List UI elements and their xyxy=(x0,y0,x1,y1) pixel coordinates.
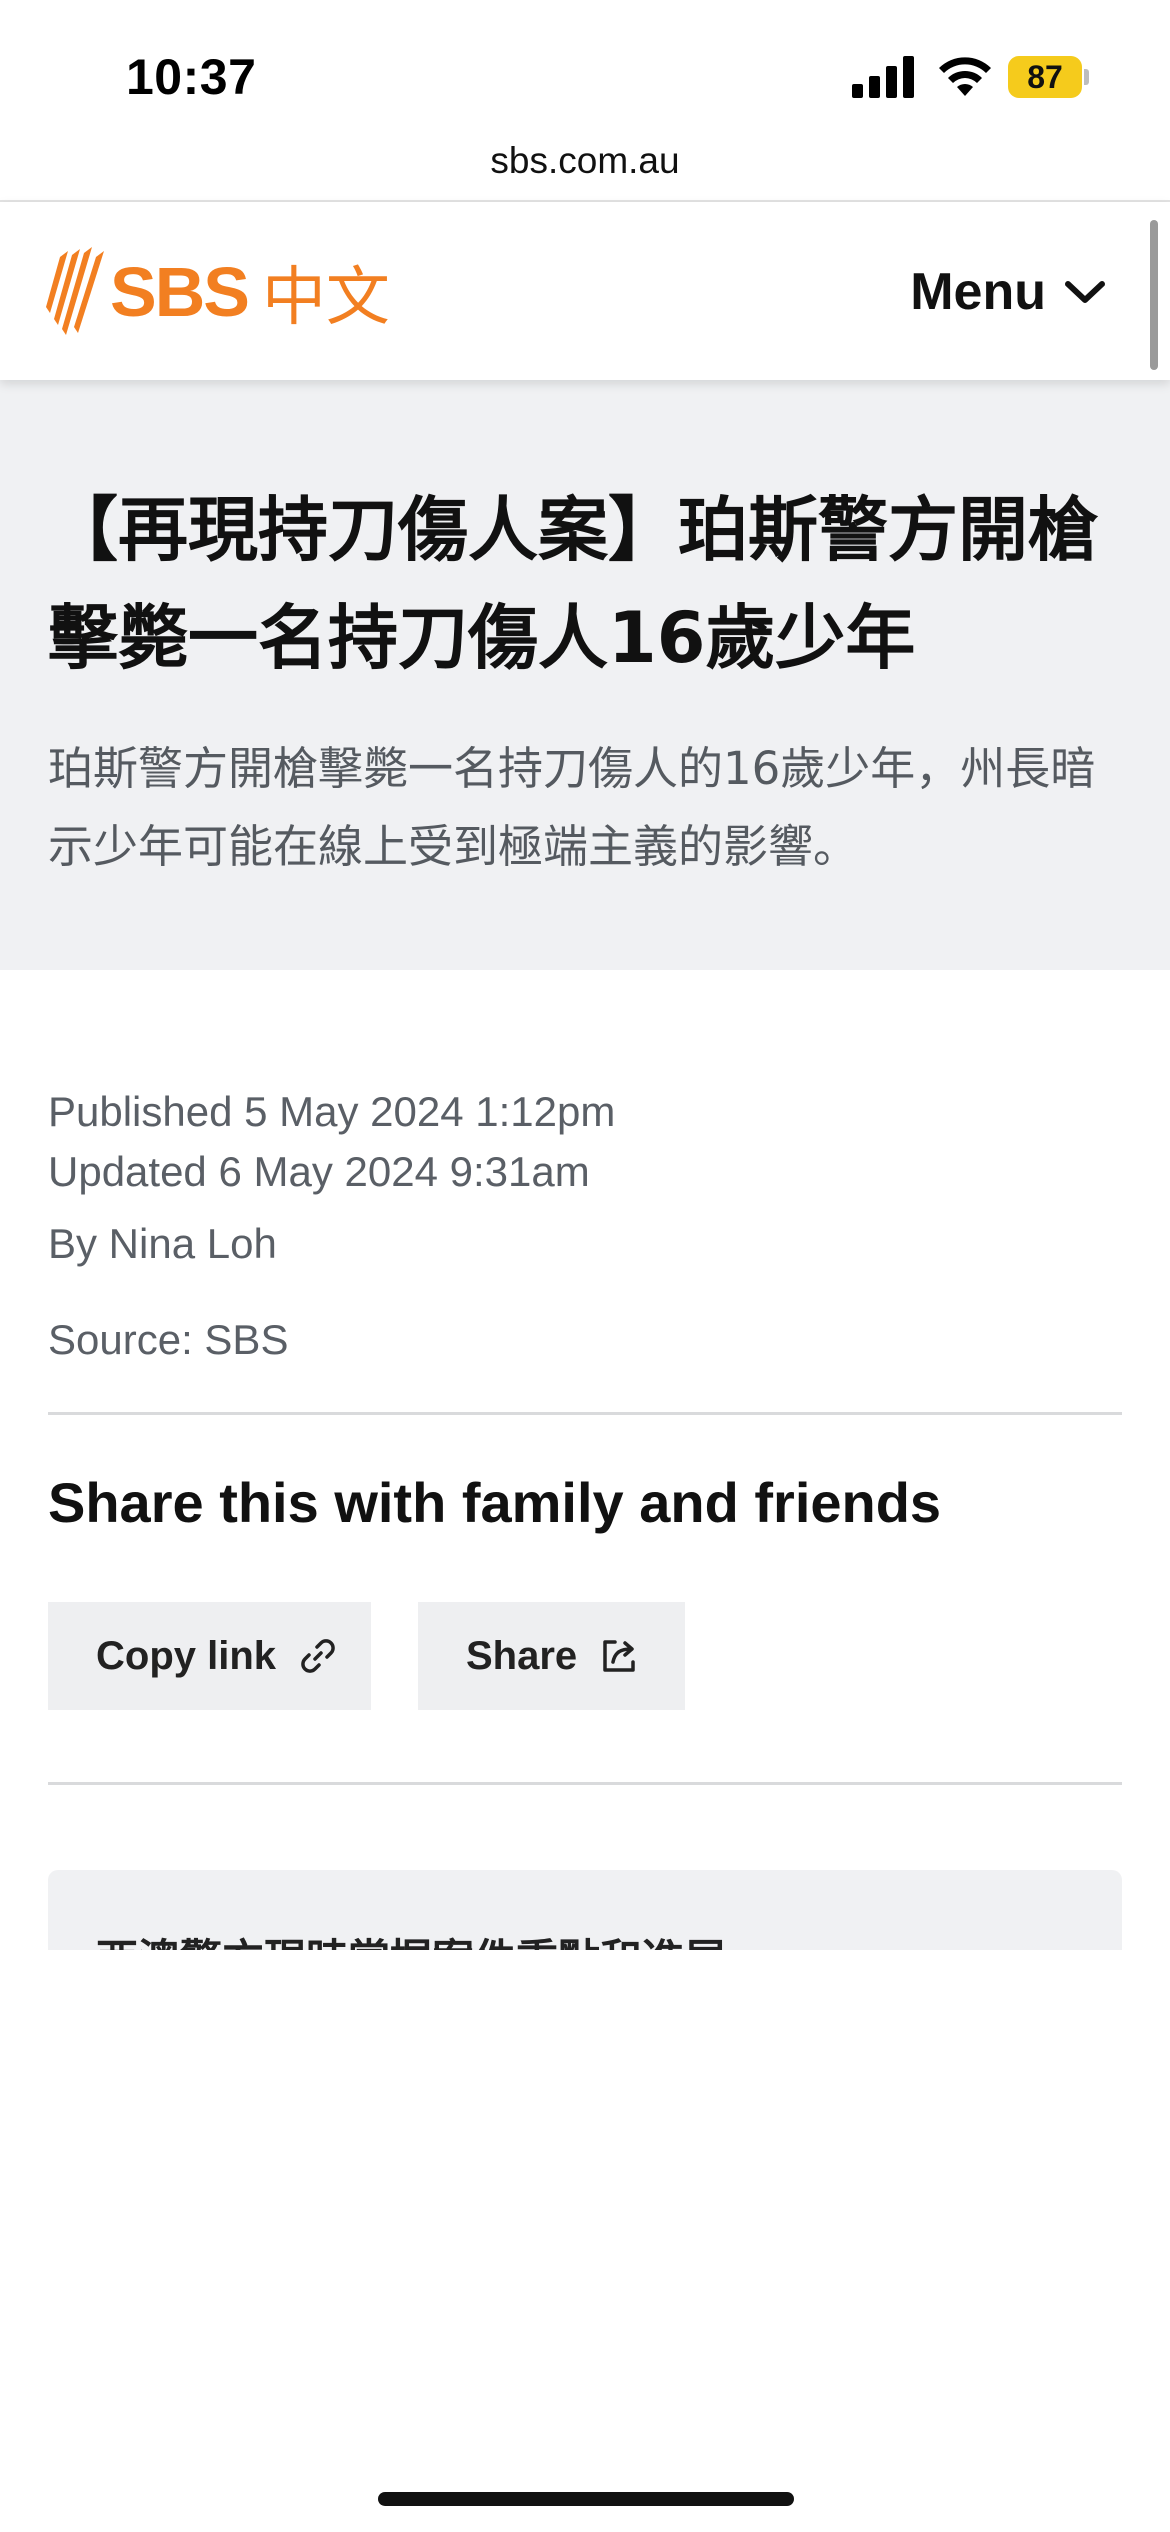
article-meta: Published 5 May 2024 1:12pm Updated 6 Ma… xyxy=(48,1082,1128,1370)
scrollbar[interactable] xyxy=(1150,220,1158,370)
sbs-logo[interactable]: SBS 中文 xyxy=(46,244,390,340)
section-divider xyxy=(48,1412,1122,1415)
key-points-box: 西澳警方現時掌握案件重點和進展: xyxy=(48,1870,1122,1950)
published-date: Published 5 May 2024 1:12pm xyxy=(48,1088,616,1135)
section-divider xyxy=(48,1782,1122,1785)
menu-label: Menu xyxy=(910,263,1046,321)
source: Source: SBS xyxy=(48,1316,289,1363)
updated-date: Updated 6 May 2024 9:31am xyxy=(48,1148,590,1195)
logo-chinese-text: 中文 xyxy=(261,261,390,335)
site-header: SBS 中文 Menu xyxy=(0,202,1170,380)
home-indicator[interactable] xyxy=(378,2492,794,2506)
copy-link-button[interactable]: Copy link xyxy=(48,1602,371,1710)
cellular-signal-icon xyxy=(852,56,914,98)
key-points-heading: 西澳警方現時掌握案件重點和進展: xyxy=(96,1926,743,1950)
share-button[interactable]: Share xyxy=(418,1602,685,1710)
address-bar-url[interactable]: sbs.com.au xyxy=(0,140,1170,182)
wifi-icon xyxy=(939,57,991,96)
battery-level: 87 xyxy=(1008,56,1082,98)
article-headline: 【再現持刀傷人案】珀斯警方開槍擊斃一名持刀傷人16歲少年 xyxy=(48,489,1098,679)
share-label: Share xyxy=(466,1633,578,1678)
share-heading: Share this with family and friends xyxy=(48,1471,942,1534)
article-hero: 【再現持刀傷人案】珀斯警方開槍擊斃一名持刀傷人16歲少年 珀斯警方開槍擊斃一名持… xyxy=(0,380,1170,970)
logo-text: SBS xyxy=(110,253,250,331)
sbs-logo-mark-icon xyxy=(46,247,104,335)
status-bar: 10:37 87 xyxy=(0,0,1170,140)
copy-link-label: Copy link xyxy=(96,1633,277,1678)
chevron-down-icon xyxy=(1065,281,1105,303)
menu-button[interactable]: Menu xyxy=(910,254,1106,330)
article-subhead: 珀斯警方開槍擊斃一名持刀傷人的16歲少年，州長暗示少年可能在線上受到極端主義的影… xyxy=(48,742,1096,873)
link-icon xyxy=(301,1639,335,1673)
share-icon xyxy=(603,1640,635,1672)
battery-icon: 87 xyxy=(1008,56,1089,98)
byline: By Nina Loh xyxy=(48,1220,277,1267)
status-time: 10:37 xyxy=(126,49,257,105)
